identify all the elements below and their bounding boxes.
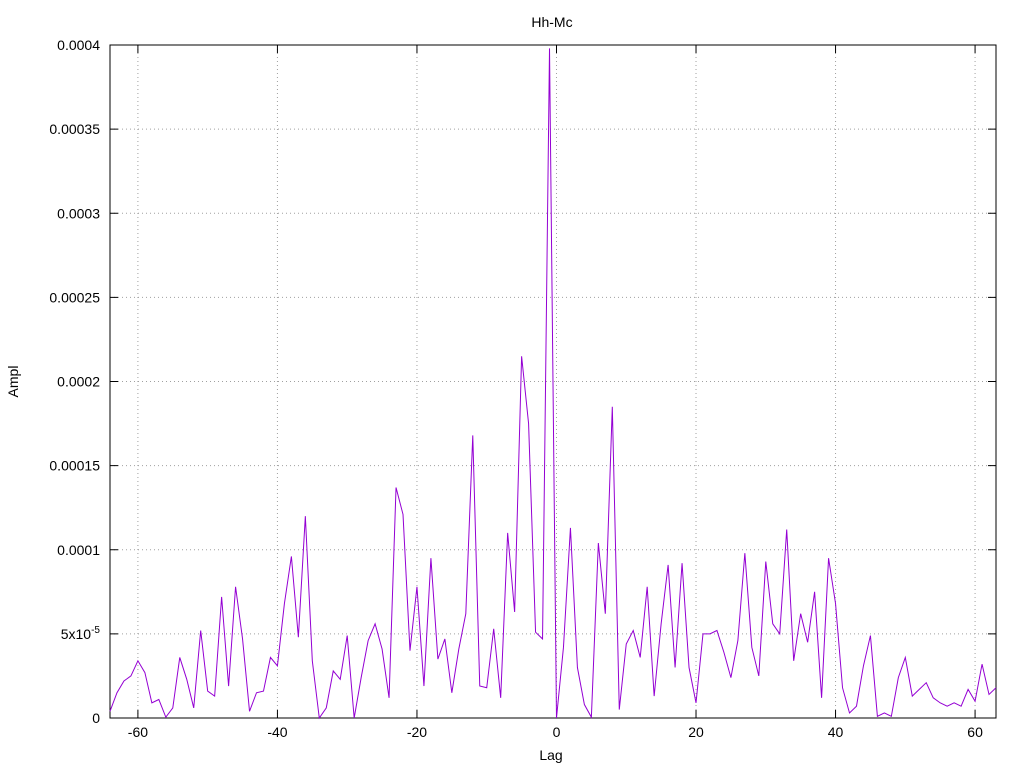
y-tick-label: 0.0002	[57, 374, 100, 390]
x-tick-label: -60	[128, 724, 148, 740]
y-tick-label: 5x10-5	[61, 625, 101, 642]
y-tick-label: 0.0003	[57, 205, 100, 221]
y-tick-label: 0.0004	[57, 37, 100, 53]
x-tick-label: 20	[688, 724, 704, 740]
line-chart: -60 -40 -20 0 20 40 60 0 5x10-5 0.0001 0.00015 0.0…	[5, 14, 997, 763]
x-tick-labels: -60 -40 -20 0 20 40 60	[128, 724, 983, 740]
chart-title: Hh-Mc	[531, 14, 572, 30]
y-axis-label: Ampl	[5, 366, 21, 398]
x-axis-label: Lag	[539, 747, 562, 763]
x-tick-label: -20	[407, 724, 427, 740]
y-tick-label: 0.00015	[49, 458, 100, 474]
y-tick-label: 0.00025	[49, 289, 100, 305]
x-tick-label: 60	[967, 724, 983, 740]
y-tick-label: 0.0001	[57, 542, 100, 558]
y-tick-label: 0.00035	[49, 121, 100, 137]
y-tick-label: 0	[92, 710, 100, 726]
y-tick-labels: 0 5x10-5 0.0001 0.00015 0.0002 0.00025 0.0003 0…	[49, 37, 100, 726]
x-tick-label: 40	[828, 724, 844, 740]
x-tick-label: 0	[553, 724, 561, 740]
x-tick-label: -40	[267, 724, 287, 740]
series-line	[109, 48, 997, 720]
